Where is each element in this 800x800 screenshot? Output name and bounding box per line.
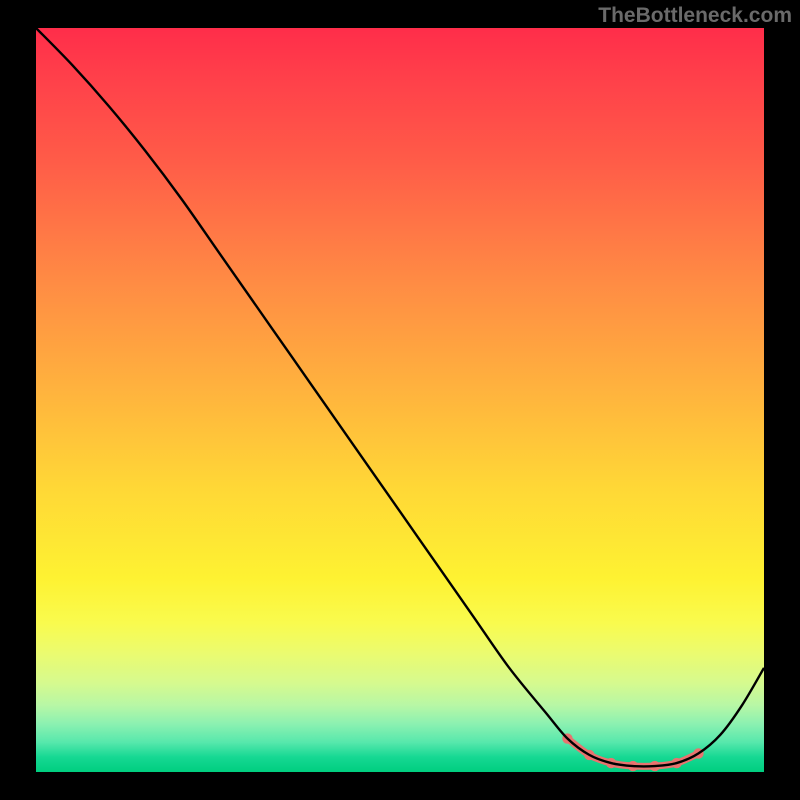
curve-layer bbox=[36, 28, 764, 772]
watermark-text: TheBottleneck.com bbox=[598, 4, 792, 28]
bottleneck-curve-line bbox=[36, 28, 764, 766]
bottleneck-chart bbox=[36, 28, 764, 772]
